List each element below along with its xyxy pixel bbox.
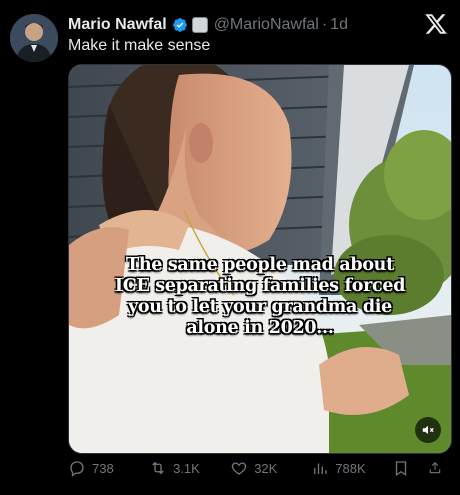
like-icon: [231, 462, 247, 475]
reply-icon: [70, 461, 84, 477]
reply-count: 738: [92, 460, 114, 476]
views-button[interactable]: 788K: [311, 459, 392, 477]
mute-icon: [422, 425, 434, 435]
verified-badge-icon: [172, 18, 187, 32]
caption-line: alone in 2020...: [186, 318, 334, 338]
author-name[interactable]: Mario Nawfal: [68, 16, 167, 34]
affiliate-badge-icon: [191, 17, 208, 33]
x-logo-icon: [425, 14, 447, 34]
separator-dot: ·: [321, 16, 328, 33]
tweet-text: Make it make sense: [68, 37, 211, 54]
tweet-time[interactable]: 1d: [330, 16, 348, 34]
repost-button[interactable]: 3.1K: [149, 459, 230, 477]
caption-line: you to let your grandma die: [128, 297, 392, 317]
bookmark-button[interactable]: [392, 459, 428, 477]
repost-icon: [152, 461, 164, 475]
views-count: 788K: [335, 460, 366, 476]
tweet-video[interactable]: The same people mad about ICE separating…: [68, 64, 452, 454]
bookmark-icon: [396, 461, 407, 477]
author-avatar[interactable]: [10, 14, 58, 62]
tweet-header: Mario Nawfal @MarioNawfal · 1d: [68, 14, 448, 36]
share-button[interactable]: [428, 459, 448, 477]
video-caption: The same people mad about ICE separating…: [69, 255, 451, 339]
views-icon: [314, 463, 327, 474]
tweet-actions: 738 3.1K 32K 788K: [68, 456, 448, 480]
share-icon: [429, 462, 441, 474]
repost-count: 3.1K: [173, 460, 200, 476]
mute-button[interactable]: [415, 417, 441, 443]
like-button[interactable]: 32K: [230, 459, 311, 477]
author-handle[interactable]: @MarioNawfal: [214, 16, 319, 34]
caption-line: The same people mad about: [126, 255, 394, 275]
like-count: 32K: [254, 460, 278, 476]
caption-line: ICE separating families forced: [114, 276, 406, 296]
reply-button[interactable]: 738: [68, 459, 149, 477]
